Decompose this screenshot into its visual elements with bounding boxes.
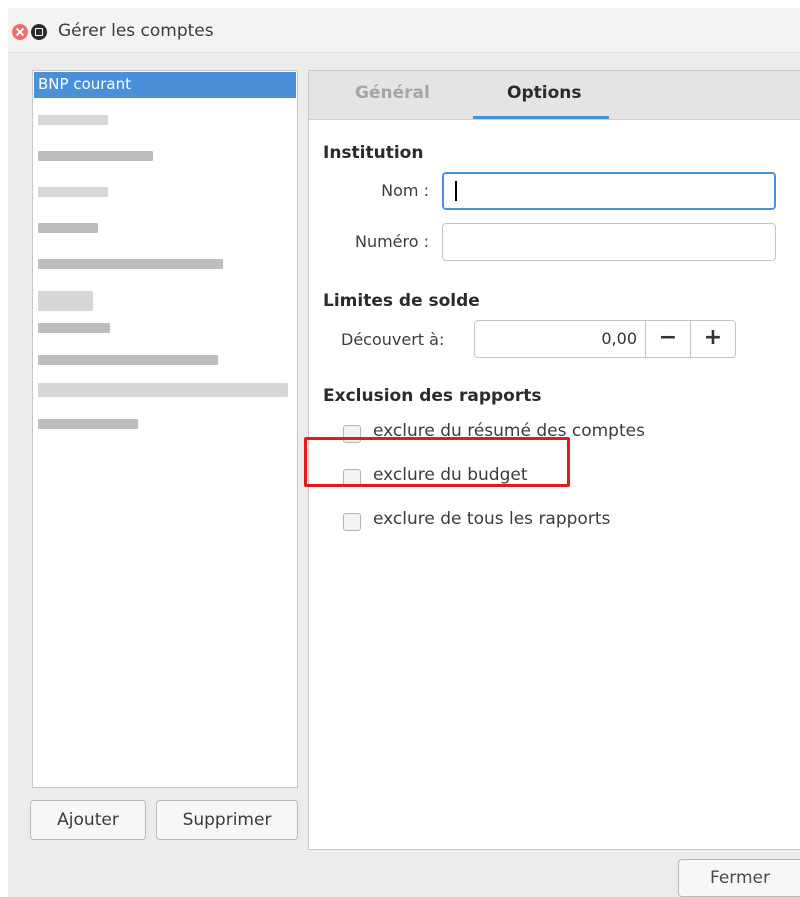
account-name: BNP courant [38,75,132,93]
balance-limits-section-title: Limites de solde [323,291,480,311]
active-tab-indicator [473,116,609,119]
close-button[interactable]: Fermer [678,859,800,897]
tab-options[interactable]: Options [507,83,581,103]
name-label: Nom : [381,181,429,200]
institution-number-input[interactable] [442,223,776,261]
overdraft-value: 0,00 [601,329,637,348]
overdraft-label: Découvert à: [341,330,445,349]
overdraft-value-field[interactable]: 0,00 [475,321,645,357]
account-list-item-blurred[interactable] [34,251,296,277]
account-list-item-blurred[interactable] [34,107,296,133]
close-window-icon[interactable] [12,24,28,40]
account-list-item-blurred[interactable] [34,287,296,313]
report-exclusion-section-title: Exclusion des rapports [323,386,542,406]
add-account-button[interactable]: Ajouter [30,800,146,840]
decrement-button[interactable]: − [645,321,690,357]
institution-section-title: Institution [323,143,424,163]
account-list-item-blurred[interactable] [34,317,296,343]
account-list-item-blurred[interactable] [34,179,296,205]
tab-bar: Général Options [309,71,800,120]
account-list-item-blurred[interactable] [34,143,296,169]
increment-button[interactable]: + [690,321,735,357]
remove-account-button[interactable]: Supprimer [156,800,298,840]
account-list[interactable]: BNP courant [32,70,298,788]
title-bar: Gérer les comptes [8,8,800,53]
institution-name-input[interactable] [442,172,776,210]
account-list-item-blurred[interactable] [34,377,296,403]
text-caret [455,181,457,201]
account-list-item-blurred[interactable] [34,347,296,373]
account-list-item-blurred[interactable] [34,215,296,241]
maximize-window-icon[interactable] [31,24,47,40]
exclude-all-reports-checkbox[interactable] [343,513,361,531]
window-title: Gérer les comptes [58,21,214,41]
number-label: Numéro : [354,232,429,251]
annotation-highlight-box [304,437,570,487]
account-list-item-blurred[interactable] [34,411,296,437]
exclude-all-reports-label: exclure de tous les rapports [373,509,611,529]
overdraft-spinbox[interactable]: 0,00 − + [474,320,736,358]
tab-general[interactable]: Général [355,83,430,103]
account-list-item-selected[interactable]: BNP courant [34,72,296,98]
